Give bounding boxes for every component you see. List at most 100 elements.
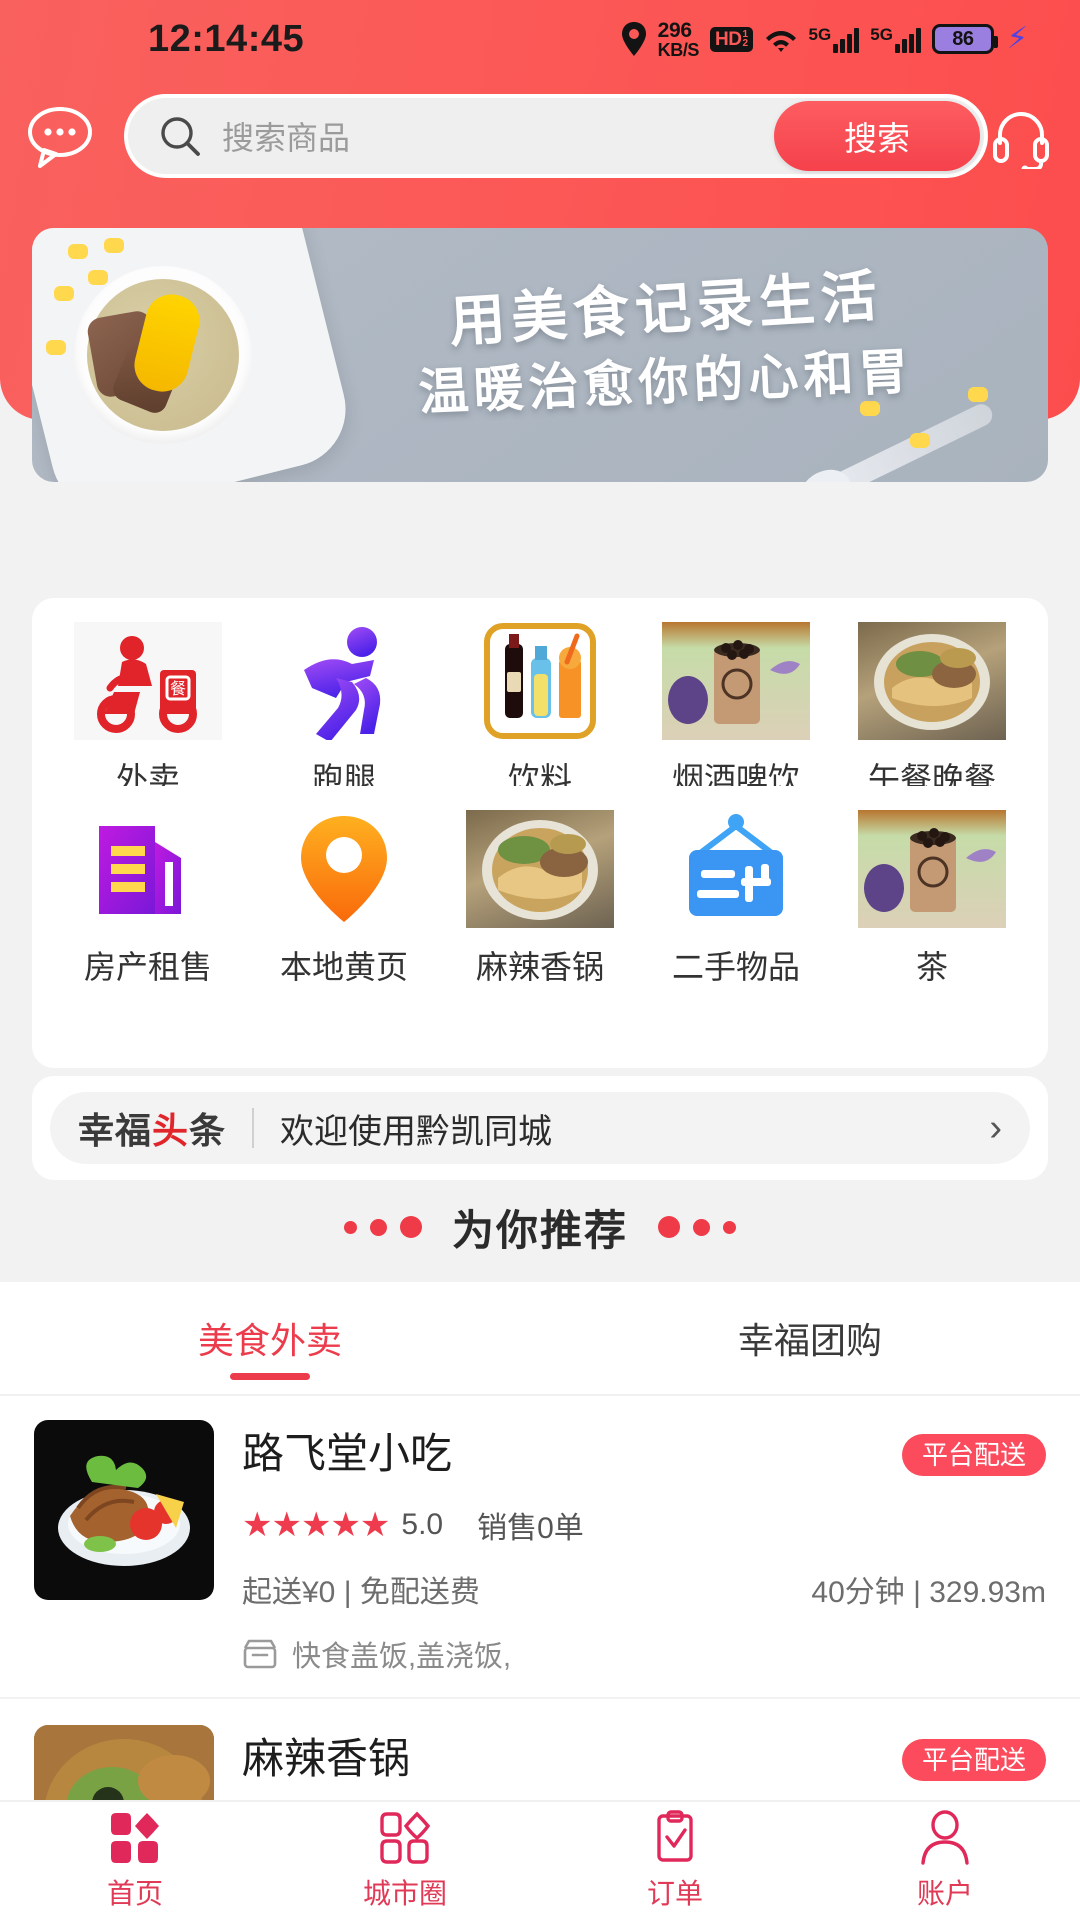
nav-label: 城市圈 <box>362 1878 447 1909</box>
map-pin-icon <box>301 816 387 922</box>
nav-item-account[interactable]: 账户 <box>810 1802 1080 1920</box>
category-thumb <box>270 810 418 928</box>
status-icons: 296 KB/S HD 12 5G 5G 86 ⚡ <box>621 18 1028 60</box>
delivery-badge: 平台配送 <box>901 1739 1046 1781</box>
category-label: 本地黄页 <box>279 949 408 985</box>
status-bar: 12:14:45 296 KB/S HD 12 5G 5G 86 ⚡ <box>0 0 1080 78</box>
rating-value: 5.0 <box>401 1508 444 1541</box>
location-pin-icon <box>621 22 646 56</box>
category-item-wucanwancan[interactable]: 午餐晚餐 <box>834 622 1030 800</box>
battery-icon: 86 <box>931 24 998 54</box>
category-thumb <box>270 622 418 740</box>
chat-bubble-icon[interactable] <box>24 100 96 172</box>
news-banner[interactable]: 幸福头条 欢迎使用黔凯同城 › <box>32 1076 1048 1180</box>
category-grid-row-2: 房产租售 本地黄页 麻辣香锅 二手物品 茶 <box>32 786 1048 1068</box>
tab-bar: 美食外卖 幸福团购 <box>0 1282 1080 1394</box>
hd-label: HD <box>715 28 742 50</box>
category-item-malaxiangguo[interactable]: 麻辣香锅 <box>442 810 638 988</box>
bottom-navigation: 首页 城市圈 订单 账户 <box>0 1800 1080 1920</box>
header-search-row: 搜索商品 搜索 <box>0 92 1080 180</box>
decor-dots-left <box>343 1216 422 1238</box>
chevron-right-icon[interactable]: › <box>989 1107 1002 1150</box>
news-divider <box>252 1108 255 1148</box>
signal-1: 5G <box>809 26 860 53</box>
category-item-fangchan[interactable]: 房产租售 <box>50 810 246 988</box>
tab-meishi-waimai[interactable]: 美食外卖 <box>0 1312 540 1364</box>
nav-item-home[interactable]: 首页 <box>0 1802 270 1920</box>
shop-tags: 快食盖饭,盖浇饭, <box>292 1641 512 1673</box>
shop-thumbnail <box>34 1420 214 1600</box>
nav-item-city[interactable]: 城市圈 <box>270 1802 540 1920</box>
search-magnifier-icon <box>161 117 200 156</box>
city-circle-icon <box>380 1811 431 1864</box>
nav-label: 订单 <box>646 1878 703 1909</box>
network-speed-unit: KB/S <box>657 39 700 60</box>
search-input[interactable]: 搜索商品 <box>222 113 350 159</box>
promo-banner[interactable]: 用美食记录生活 温暖治愈你的心和胃 <box>32 228 1048 482</box>
category-thumb <box>858 622 1006 740</box>
category-item-cha[interactable]: 茶 <box>834 810 1030 988</box>
news-inner[interactable]: 幸福头条 欢迎使用黔凯同城 › <box>50 1092 1030 1164</box>
signal-2-bars <box>894 27 921 53</box>
search-button[interactable]: 搜索 <box>774 101 980 171</box>
hd-fraction: 12 <box>742 28 748 49</box>
category-thumb <box>466 622 614 740</box>
banner-corn-bit <box>88 270 108 285</box>
status-time: 12:14:45 <box>148 18 305 60</box>
recommend-list-area: 美食外卖 幸福团购 路飞堂小吃 平台配送 ★★★★★ 5.0 销售0单 起送¥0… <box>0 1282 1080 1854</box>
shop-rating-row: ★★★★★ 5.0 销售0单 <box>242 1503 1046 1547</box>
account-person-icon <box>921 1810 969 1865</box>
storefront-icon <box>243 1639 277 1669</box>
home-grid-icon <box>111 1813 159 1863</box>
category-item-paotui[interactable]: 跑腿 <box>246 622 442 800</box>
sales-count: 销售0单 <box>477 1512 584 1545</box>
news-logo: 幸福头条 <box>78 1102 226 1154</box>
nav-label: 账户 <box>916 1878 973 1909</box>
category-thumb <box>74 810 222 928</box>
category-thumb <box>466 810 614 928</box>
banner-corn-bit <box>54 286 74 301</box>
category-item-yanjiu[interactable]: 烟酒啤饮 <box>638 622 834 800</box>
banner-corn-bit <box>68 244 88 259</box>
signal-2-label: 5G <box>870 24 893 44</box>
category-item-ershou[interactable]: 二手物品 <box>638 810 834 988</box>
signal-1-bars <box>833 27 860 53</box>
running-person-icon <box>304 627 381 740</box>
shop-fee-row: 起送¥0 | 免配送费 40分钟 | 329.93m <box>242 1567 1046 1611</box>
category-label: 麻辣香锅 <box>475 949 604 985</box>
shop-list-item[interactable]: 路飞堂小吃 平台配送 ★★★★★ 5.0 销售0单 起送¥0 | 免配送费 40… <box>0 1394 1080 1699</box>
category-item-huangye[interactable]: 本地黄页 <box>246 810 442 988</box>
delivery-time-distance: 40分钟 | 329.93m <box>811 1576 1046 1609</box>
delivery-fee: 起送¥0 | 免配送费 <box>242 1576 480 1609</box>
category-thumb: 餐 <box>74 622 222 740</box>
milk-tea-photo <box>662 622 810 740</box>
spicy-pot-photo <box>466 810 614 928</box>
banner-text: 用美食记录生活 温暖治愈你的心和胃 <box>336 264 996 421</box>
hd-voice-icon: HD 12 <box>710 26 753 52</box>
order-clipboard-icon <box>657 1810 693 1862</box>
nav-item-orders[interactable]: 订单 <box>540 1802 810 1920</box>
category-item-waimai[interactable]: 餐 外卖 <box>50 622 246 800</box>
category-item-yinliao[interactable]: 饮料 <box>442 622 638 800</box>
rating-stars: ★★★★★ <box>242 1506 390 1544</box>
category-thumb <box>662 810 810 928</box>
secondhand-sign-icon <box>689 814 783 916</box>
shop-tags-row: 快食盖饭,盖浇饭, <box>242 1633 1046 1675</box>
news-logo-part1: 幸福 <box>78 1110 153 1151</box>
news-text: 欢迎使用黔凯同城 <box>280 1112 553 1151</box>
category-label: 二手物品 <box>671 949 800 985</box>
search-bar[interactable]: 搜索商品 搜索 <box>124 94 988 178</box>
tab-xingfu-tuangou[interactable]: 幸福团购 <box>540 1312 1080 1364</box>
banner-corn-bit <box>46 340 66 355</box>
signal-1-label: 5G <box>808 24 832 44</box>
shop-info: 路飞堂小吃 平台配送 ★★★★★ 5.0 销售0单 起送¥0 | 免配送费 40… <box>242 1420 1046 1675</box>
banner-soup-bowl <box>74 266 252 444</box>
headset-support-icon[interactable] <box>988 103 1054 169</box>
charging-bolt-icon: ⚡ <box>1006 22 1028 55</box>
svg-text:餐: 餐 <box>170 680 186 698</box>
category-thumb <box>858 810 1006 928</box>
banner-corn-bit <box>910 433 930 448</box>
battery-level: 86 <box>952 27 974 50</box>
news-logo-part3: 条 <box>189 1110 227 1151</box>
noodle-bowl-photo <box>858 622 1006 740</box>
